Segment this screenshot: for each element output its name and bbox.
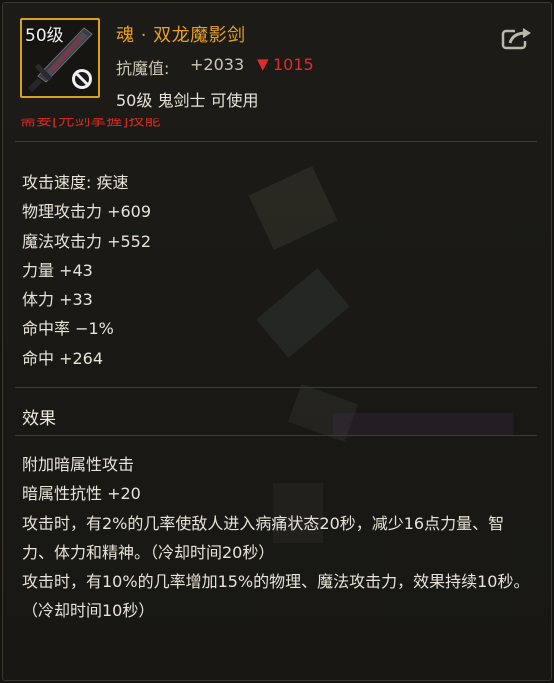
resist-value: +2033 [190,55,245,74]
stat-hit: 命中 +264 [22,348,104,368]
item-icon-frame[interactable]: 50级 [20,18,100,98]
item-name: 魂 · 双龙魔影剑 [116,25,246,46]
stat-magic-attack: 魔法攻击力 +552 [22,231,152,251]
tooltip-header: 50级 魂 · 双龙魔影剑 抗魔值: +2033 ▼ 1015 50级 鬼剑士 … [3,3,551,120]
effect-line: 攻击时，有10%的几率增加15%的物理、魔法攻击力，效果持续10秒。（冷却时间1… [22,572,530,621]
background-shape [256,268,350,358]
effect-line: 攻击时，有2%的几率使敌人进入病痛状态20秒，减少16点力量、智力、体力和精神。… [22,513,505,562]
effect-line: 暗属性抗性 +20 [22,484,141,504]
stat-hit-rate: 命中率 −1% [22,319,114,339]
stat-vitality: 体力 +33 [22,290,93,310]
share-button[interactable] [501,25,533,51]
stat-physical-attack: 物理攻击力 +609 [22,202,152,222]
share-icon [501,27,531,50]
item-tooltip: 50级 魂 · 双龙魔影剑 抗魔值: +2033 ▼ 1015 50级 鬼剑士 … [2,2,552,681]
effect-line: 附加暗属性攻击 [22,455,135,474]
stats-list: 攻击速度: 疾速 物理攻击力 +609 魔法攻击力 +552 力量 +43 体力… [22,173,151,378]
divider [15,141,537,142]
stat-strength: 力量 +43 [22,260,93,280]
stat-attack-speed: 攻击速度: 疾速 [22,173,129,192]
background-shape [333,413,513,435]
no-entry-icon [72,69,92,89]
divider [15,387,537,388]
resist-drop-value: 1015 [273,55,314,74]
class-requirement: 50级 鬼剑士 可使用 [116,91,259,110]
effects-list: 附加暗属性攻击 暗属性抗性 +20 攻击时，有2%的几率使敌人进入病痛状态20秒… [22,450,532,626]
background-shape [248,166,338,250]
down-arrow-icon: ▼ [257,55,269,73]
skill-requirement: 需要[光剑掌握]技能 [20,118,161,129]
effects-title: 效果 [22,409,56,429]
divider [15,435,537,436]
resist-label: 抗魔值: [116,59,170,78]
